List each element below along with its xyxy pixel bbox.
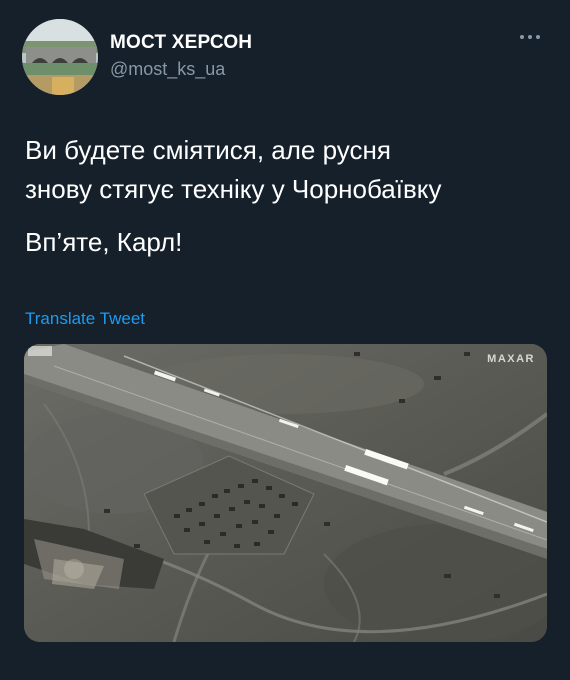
author-display-name[interactable]: МОСТ ХЕРСОН xyxy=(110,32,252,54)
tweet-text: Ви будете сміятися, але русня знову стяг… xyxy=(25,131,545,262)
more-horizontal-icon[interactable] xyxy=(517,27,543,47)
more-dot xyxy=(520,35,524,39)
tweet-text-line: знову стягує техніку у Чорнобаївку xyxy=(25,174,442,204)
tweet-media-image[interactable]: MAXAR xyxy=(24,344,547,642)
more-dot xyxy=(536,35,540,39)
avatar[interactable] xyxy=(22,19,98,95)
more-dot xyxy=(528,35,532,39)
avatar-image xyxy=(22,19,98,95)
satellite-image xyxy=(24,344,547,642)
tweet-paragraph-2: Вп’яте, Карл! xyxy=(25,227,183,257)
maxar-watermark: MAXAR xyxy=(487,353,535,365)
tweet-paragraph-1: Ви будете сміятися, але русня знову стяг… xyxy=(25,131,545,209)
tweet-text-line: Ви будете сміятися, але русня xyxy=(25,135,391,165)
translate-tweet-link[interactable]: Translate Tweet xyxy=(25,309,145,329)
author-handle[interactable]: @most_ks_ua xyxy=(110,59,225,80)
